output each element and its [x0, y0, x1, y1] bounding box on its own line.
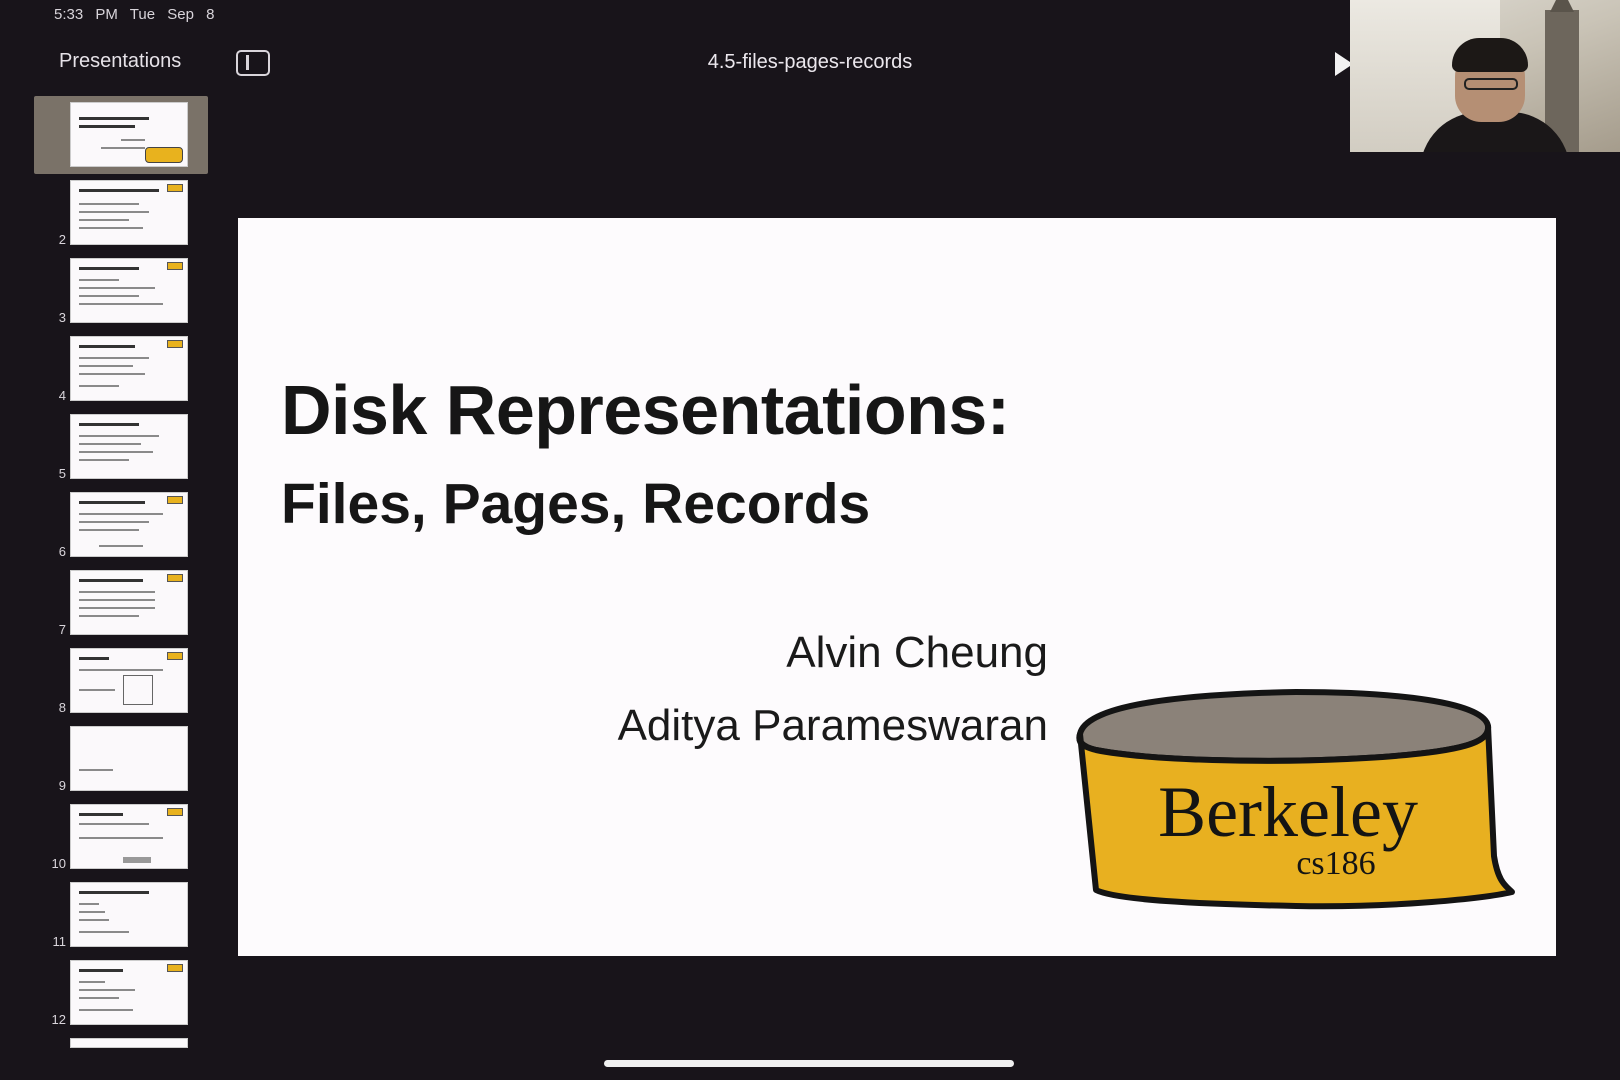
slide-thumbnail-2[interactable]	[70, 180, 188, 245]
slide-subtitle: Files, Pages, Records	[281, 472, 871, 536]
slide-thumbnail-6[interactable]	[70, 492, 188, 557]
slide-thumbnail-9[interactable]	[70, 726, 188, 791]
slide-thumbnail-12[interactable]	[70, 960, 188, 1025]
slide-number: 7	[58, 622, 66, 637]
slide-canvas[interactable]: Disk Representations: Files, Pages, Reco…	[238, 218, 1556, 956]
slide-thumbnail-13[interactable]	[70, 1038, 188, 1048]
slide-thumbnail-4[interactable]	[70, 336, 188, 401]
slide-thumbnail-3[interactable]	[70, 258, 188, 323]
slide-number: 11	[52, 934, 67, 949]
slide-thumbnail-8[interactable]	[70, 648, 188, 713]
slide-number: 8	[58, 700, 66, 715]
slide-number: 3	[58, 310, 66, 325]
keynote-app: 5:33 PM Tue Sep 8 Presentations 4.5-file…	[0, 0, 1620, 1080]
slide-thumbnail-5[interactable]	[70, 414, 188, 479]
status-bar: 5:33 PM Tue Sep 8	[54, 6, 214, 23]
slide-number: 5	[58, 466, 66, 481]
berkeley-cs186-logo: Berkeley cs186	[1076, 688, 1515, 910]
slide-thumbnail-1[interactable]	[70, 102, 188, 167]
slide-navigator: 2 3 4 5 6 7 8 9 10 11 12	[0, 90, 215, 1080]
status-date: Tue Sep 8	[129, 6, 215, 23]
slide-number: 2	[58, 232, 66, 247]
home-indicator[interactable]	[604, 1060, 1014, 1067]
slide-thumbnail-10[interactable]	[70, 804, 188, 869]
slide-number: 6	[58, 544, 66, 559]
slide-number: 12	[51, 1012, 66, 1027]
author-name: Aditya Parameswaran	[617, 701, 1048, 750]
slide-number: 4	[58, 388, 66, 403]
slide-thumbnail-11[interactable]	[70, 882, 188, 947]
slide-number: 10	[51, 856, 66, 871]
status-time: 5:33 PM	[54, 6, 118, 23]
logo-subtext: cs186	[1296, 845, 1375, 882]
logo-text: Berkeley	[1158, 772, 1418, 852]
slide-title: Disk Representations:	[281, 371, 1010, 449]
slide-number: 9	[58, 778, 66, 793]
slide-thumbnail-7[interactable]	[70, 570, 188, 635]
webcam-video	[1350, 0, 1620, 152]
author-name: Alvin Cheung	[786, 628, 1048, 677]
